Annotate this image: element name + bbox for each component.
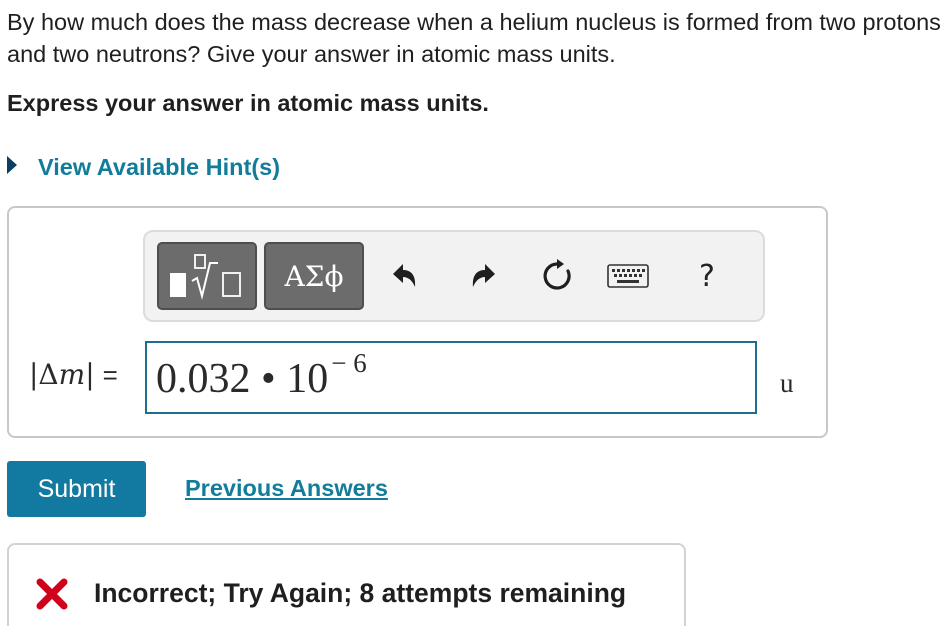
question-text: By how much does the mass decrease when …	[7, 9, 941, 67]
answer-exponent: − 6	[331, 348, 367, 378]
label-variable: m	[58, 358, 86, 391]
symbols-button[interactable]: ΑΣϕ	[264, 242, 364, 310]
templates-button[interactable]	[157, 242, 257, 310]
answer-value: 0.032 • 10− 6	[156, 348, 367, 403]
redo-button[interactable]	[463, 254, 503, 298]
keyboard-button[interactable]	[603, 254, 653, 298]
answer-instruction: Express your answer in atomic mass units…	[7, 90, 489, 116]
view-hints-toggle[interactable]: View Available Hint(s)	[7, 150, 280, 184]
submit-button[interactable]: Submit	[7, 461, 146, 517]
symbols-label: ΑΣϕ	[284, 259, 344, 293]
label-open: |Δ	[29, 358, 59, 391]
label-equals: =	[102, 360, 118, 390]
feedback-panel: Incorrect; Try Again; 8 attempts remaini…	[7, 543, 686, 626]
answer-unit: u	[780, 368, 794, 398]
answer-panel: ΑΣϕ ? |Δm| = 0.032 • 10 − 6 u	[7, 206, 828, 438]
undo-icon	[393, 264, 416, 287]
previous-answers-link[interactable]: Previous Answers	[185, 475, 388, 502]
undo-button[interactable]	[385, 254, 425, 298]
reset-button[interactable]	[537, 254, 577, 298]
templates-icon	[170, 254, 241, 300]
feedback-message: Incorrect; Try Again; 8 attempts remaini…	[94, 578, 627, 608]
caret-right-icon	[7, 156, 17, 174]
redo-icon	[472, 264, 495, 287]
help-label: ?	[699, 258, 715, 294]
answer-variable-label: |Δm| =	[29, 358, 118, 391]
help-button[interactable]: ?	[687, 254, 727, 298]
reset-icon	[543, 259, 571, 290]
label-close: |	[85, 358, 95, 391]
keyboard-icon	[607, 264, 649, 288]
problem-page: By how much does the mass decrease when …	[0, 0, 951, 626]
incorrect-x-icon	[36, 578, 68, 610]
answer-input[interactable]: 0.032 • 10− 6	[145, 341, 757, 414]
view-hints-label: View Available Hint(s)	[38, 153, 281, 180]
math-toolbar: ΑΣϕ ?	[143, 230, 765, 322]
answer-mantissa: 0.032 • 10	[156, 356, 329, 402]
